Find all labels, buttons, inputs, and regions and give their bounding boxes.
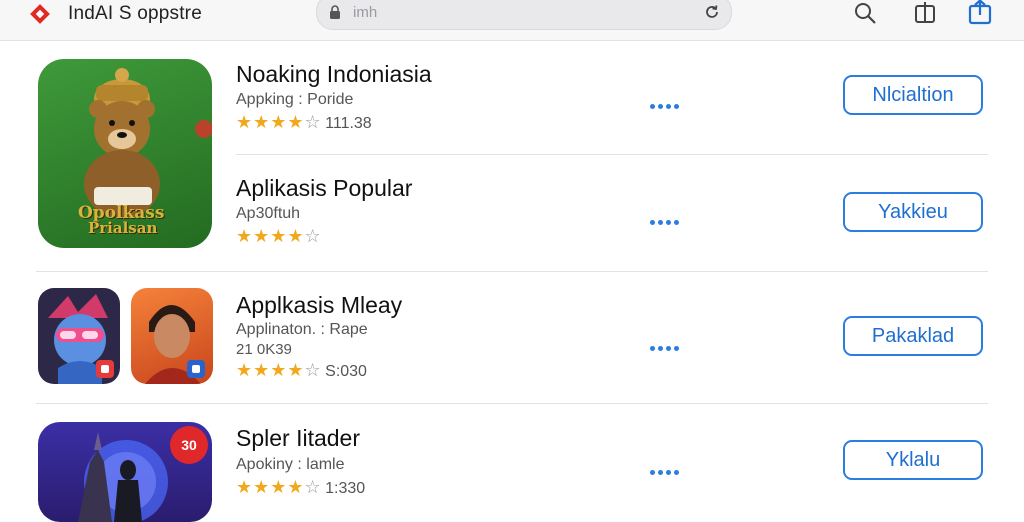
tabs-icon[interactable] (912, 0, 938, 26)
rating-stars: ★★★★ (236, 360, 305, 380)
top-bar: IndAI S oppstre imh (0, 0, 1024, 41)
rating-stars: ★★★★ (236, 112, 305, 132)
row-divider (36, 271, 988, 272)
rating-value: S:030 (325, 363, 367, 380)
app-subtitle: Ap30ftuh (236, 205, 301, 222)
rating-star-empty: ☆ (304, 360, 321, 380)
app-icon-3b[interactable] (131, 288, 213, 384)
app-subtitle-2: 21 0K39 (236, 341, 292, 358)
app-subtitle: Applinaton. : Rape (236, 321, 368, 338)
app-rating: ★★★★☆ (236, 226, 321, 247)
diamond-logo-icon[interactable] (28, 2, 52, 26)
app-name[interactable]: Aplikasis Popular (236, 175, 412, 202)
more-dots-icon[interactable] (650, 338, 682, 351)
rating-value: 1:330 (325, 480, 366, 497)
app-name[interactable]: Spler Iitader (236, 425, 360, 452)
app-subtitle: Apokiny : lamle (236, 456, 345, 473)
install-button[interactable]: Yakkieu (843, 192, 983, 232)
share-icon[interactable] (966, 0, 994, 26)
app-name[interactable]: Noaking Indoniasia (236, 61, 432, 88)
install-button[interactable]: Pakaklad (843, 316, 983, 356)
reload-icon[interactable] (703, 3, 721, 21)
url-text: imh (353, 4, 378, 21)
hero-illustration (48, 294, 114, 384)
portrait-illustration (145, 305, 205, 384)
rating-stars: ★★★★ (236, 226, 305, 246)
install-button[interactable]: Yklalu (843, 440, 983, 480)
rating-stars: ★★★★ (236, 477, 305, 497)
app-title: IndAI S oppstre (68, 3, 202, 24)
app-icon-1-caption-2: Prialsan (88, 219, 158, 237)
app-rating: ★★★★☆ 1:330 (236, 477, 365, 498)
search-icon[interactable] (852, 0, 878, 26)
row-divider (236, 154, 988, 155)
app-icon-1[interactable]: Opolkass Prialsan (38, 59, 212, 248)
app-subtitle: Appking : Poride (236, 91, 354, 108)
notification-badge: 30 (170, 426, 208, 464)
rating-star-empty: ☆ (304, 226, 321, 246)
lock-icon (330, 5, 340, 19)
more-dots-icon[interactable] (650, 462, 682, 475)
install-button[interactable]: Nlcialtion (843, 75, 983, 115)
app-rating: ★★★★☆ S:030 (236, 360, 367, 381)
more-dots-icon[interactable] (650, 212, 682, 225)
more-dots-icon[interactable] (650, 96, 682, 109)
rating-star-empty: ☆ (304, 112, 321, 132)
app-rating: ★★★★☆ 111.38 (236, 112, 372, 133)
url-bar[interactable]: imh (316, 0, 732, 30)
app-icon-4[interactable]: 30 (38, 422, 212, 522)
app-icon-3a[interactable] (38, 288, 120, 384)
row-divider (36, 403, 988, 404)
app-name[interactable]: Applkasis Mleay (236, 292, 402, 319)
rating-value: 111.38 (325, 115, 372, 132)
rating-star-empty: ☆ (304, 477, 321, 497)
